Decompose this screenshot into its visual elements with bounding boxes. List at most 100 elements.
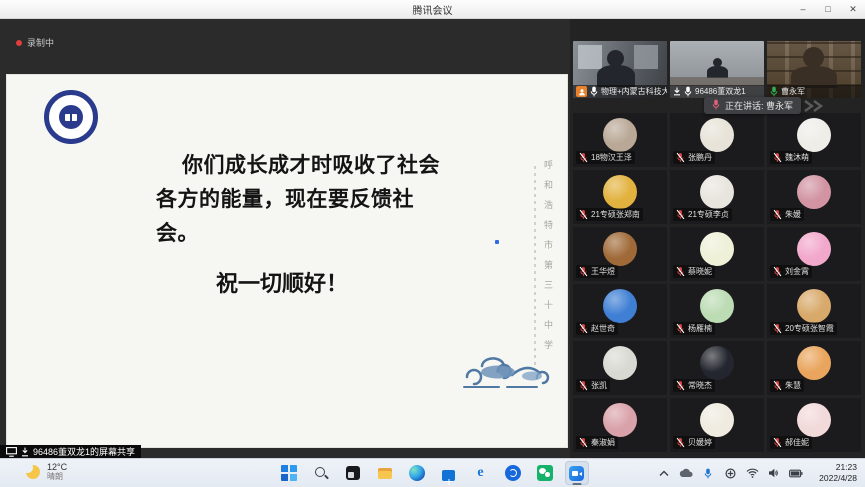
participant-name-bar: 秦淑娟 (576, 436, 618, 449)
start-icon[interactable] (277, 461, 301, 485)
participant-tile[interactable]: 贝媛婷 (670, 398, 764, 452)
volume-icon[interactable] (767, 466, 781, 480)
sidebar-arrows-icon[interactable] (803, 100, 825, 112)
speaking-toast: 正在讲话: 曹永军 (704, 97, 801, 114)
participant-tile[interactable]: 张鹏丹 (670, 113, 764, 167)
participant-name: 张凯 (591, 380, 607, 391)
participant-name: 20专硕张智霞 (785, 323, 834, 334)
minimize-button[interactable]: – (797, 4, 809, 14)
mic-muted-icon (676, 152, 685, 163)
input-method-icon[interactable] (723, 466, 737, 480)
video-participant-name: 96486董双龙1 (695, 86, 746, 97)
window-title: 腾讯会议 (413, 2, 453, 17)
participant-tile[interactable]: 郝佳妮 (767, 398, 861, 452)
mic-muted-icon (676, 380, 685, 391)
mic-muted-icon (773, 209, 782, 220)
recording-label: 录制中 (27, 36, 54, 49)
edge-icon[interactable] (405, 461, 429, 485)
tencent-meeting-icon[interactable] (565, 461, 589, 485)
participant-name-bar: 20专硕张智霞 (770, 322, 837, 335)
participant-name-bar: 王华煜 (576, 265, 618, 278)
video-tile[interactable]: 曹永军 (767, 41, 861, 98)
participant-name-bar: 蔡晓妮 (673, 265, 715, 278)
mic-muted-icon (773, 152, 782, 163)
participant-tile[interactable]: 21专硕李贞 (670, 170, 764, 224)
mic-icon (684, 86, 692, 97)
participant-name-bar: 常晓杰 (673, 379, 715, 392)
participant-name: 秦淑娟 (591, 437, 615, 448)
participant-name-bar: 魏沐萌 (770, 151, 812, 164)
cloud-icon[interactable] (679, 466, 693, 480)
participant-tile[interactable]: 刘金霄 (767, 227, 861, 281)
weather-widget[interactable]: 12°C 晴朗 (26, 462, 67, 482)
participant-tile[interactable]: 王华煜 (573, 227, 667, 281)
share-info-text: 96486董双龙1的屏幕共享 (33, 445, 135, 458)
battery-icon[interactable] (789, 466, 803, 480)
window-titlebar: 腾讯会议 – □ ✕ (0, 0, 865, 19)
system-tray (657, 459, 803, 487)
video-tile[interactable]: 96486董双龙1 (670, 41, 764, 98)
participant-name: 常晓杰 (688, 380, 712, 391)
participant-tile[interactable]: 蔡晓妮 (670, 227, 764, 281)
participant-avatar (700, 403, 734, 437)
participant-name-bar: 21专硕张郑南 (576, 208, 643, 221)
participant-name: 赵世奇 (591, 323, 615, 334)
round-blue-app-icon[interactable] (501, 461, 525, 485)
video-row: 物理+内蒙古科技大… 96486董双龙1 曹永军 (573, 41, 861, 98)
participant-tile[interactable]: 常晓杰 (670, 341, 764, 395)
task-view-icon[interactable] (341, 461, 365, 485)
participant-tile[interactable]: 魏沐萌 (767, 113, 861, 167)
ie-icon[interactable] (469, 461, 493, 485)
slide-paragraph: 你们成长成才时吸收了社会各方的能量，现在要反馈社会。 (156, 148, 456, 250)
participant-tile[interactable]: 杨雁楠 (670, 284, 764, 338)
participant-avatar (700, 232, 734, 266)
video-participant-name: 曹永军 (781, 86, 805, 97)
participant-avatar (603, 118, 637, 152)
participant-avatar (700, 175, 734, 209)
school-emblem-icon (44, 90, 98, 144)
participant-avatar (700, 346, 734, 380)
mic-muted-icon (676, 266, 685, 277)
participant-tile[interactable]: 18物汉王泽 (573, 113, 667, 167)
meeting-window: 录制中 你们成长成才时吸收了社会各方的能量，现在要反馈社会。 祝一切顺好！ 呼和… (0, 18, 865, 458)
search-icon[interactable] (309, 461, 333, 485)
recording-dot-icon (16, 40, 22, 46)
maximize-button[interactable]: □ (822, 4, 834, 14)
chevron-up-icon[interactable] (657, 466, 671, 480)
participant-avatar (797, 175, 831, 209)
taskbar-clock[interactable]: 21:23 2022/4/28 (819, 462, 857, 484)
wifi-icon[interactable] (745, 466, 759, 480)
close-button[interactable]: ✕ (847, 4, 859, 15)
participant-tile[interactable]: 朱媛 (767, 170, 861, 224)
mic-muted-icon (676, 437, 685, 448)
mic-icon (770, 86, 778, 97)
participant-avatar (700, 289, 734, 323)
participant-name-bar: 赵世奇 (576, 322, 618, 335)
share-info-bar[interactable]: 96486董双龙1的屏幕共享 (0, 445, 141, 458)
speaking-mic-icon (712, 99, 720, 112)
participant-name-bar: 朱慧 (770, 379, 804, 392)
window-controls: – □ ✕ (797, 0, 859, 18)
participant-tile[interactable]: 秦淑娟 (573, 398, 667, 452)
mic-muted-icon (676, 323, 685, 334)
participant-tile[interactable]: 20专硕张智霞 (767, 284, 861, 338)
slide-wish-text: 祝一切顺好！ (216, 266, 348, 298)
participant-tile[interactable]: 朱慧 (767, 341, 861, 395)
participant-avatar (797, 118, 831, 152)
store-icon[interactable] (437, 461, 461, 485)
video-tile[interactable]: 物理+内蒙古科技大… (573, 41, 667, 98)
participant-name: 18物汉王泽 (591, 152, 632, 163)
participant-tile[interactable]: 21专硕张郑南 (573, 170, 667, 224)
mic-icon[interactable] (701, 466, 715, 480)
participant-name: 魏沐萌 (785, 152, 809, 163)
participant-name-bar: 贝媛婷 (673, 436, 715, 449)
participant-name: 张鹏丹 (688, 152, 712, 163)
participant-avatar (797, 346, 831, 380)
wechat-icon[interactable] (533, 461, 557, 485)
participant-tile[interactable]: 赵世奇 (573, 284, 667, 338)
mic-muted-icon (579, 437, 588, 448)
participant-name-bar: 18物汉王泽 (576, 151, 635, 164)
audio-share-icon (21, 447, 29, 457)
participant-tile[interactable]: 张凯 (573, 341, 667, 395)
file-explorer-icon[interactable] (373, 461, 397, 485)
